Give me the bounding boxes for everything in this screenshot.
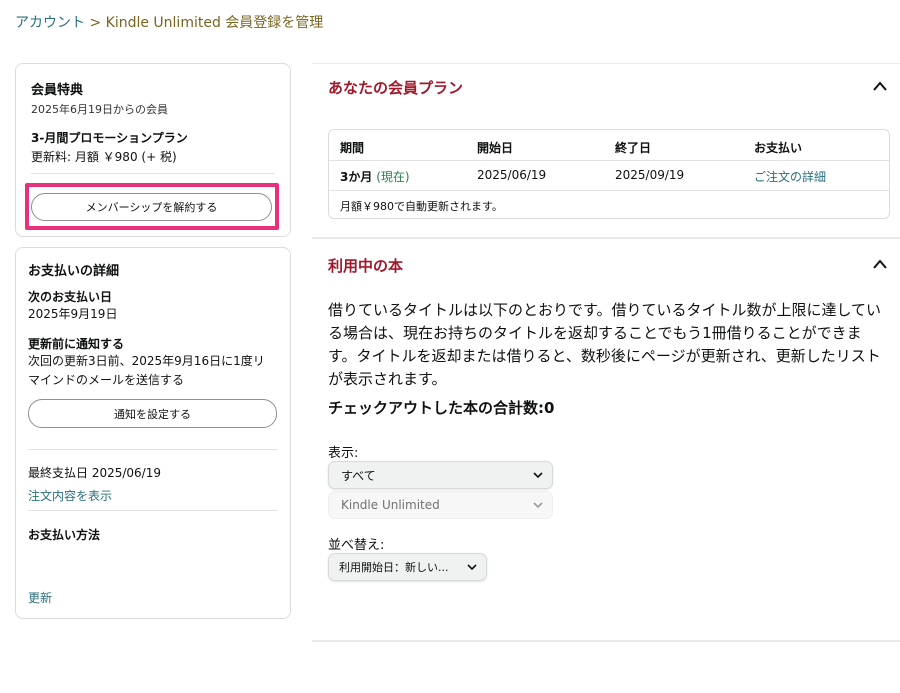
program-filter-select[interactable]: Kindle Unlimited	[328, 491, 553, 519]
next-payment-date: 2025年9月19日	[28, 307, 118, 321]
view-order-link[interactable]: 注文内容を表示	[28, 487, 112, 504]
books-section-title: 利用中の本	[328, 257, 404, 275]
chevron-up-icon[interactable]	[872, 258, 888, 270]
payment-details-title: お支払いの詳細	[28, 264, 120, 279]
plan-end-date: 2025/09/19	[615, 168, 685, 182]
divider	[312, 63, 900, 64]
breadcrumb-account-link[interactable]: アカウント	[15, 15, 85, 31]
current-badge: (現在)	[376, 170, 410, 184]
divider	[312, 640, 900, 642]
plan-start-date: 2025/06/19	[477, 168, 547, 182]
divider	[329, 190, 889, 191]
set-notification-button[interactable]: 通知を設定する	[28, 399, 277, 428]
payment-method-label: お支払い方法	[28, 528, 101, 542]
plan-section-title: あなたの会員プラン	[328, 79, 464, 97]
member-since: 2025年6月19日からの会員	[31, 103, 168, 116]
sort-select-value: 利用開始日：新しい...	[339, 561, 449, 574]
chevron-up-icon[interactable]	[872, 80, 888, 92]
plan-period-cell: 3か月 (現在)	[340, 168, 410, 185]
column-header-period: 期間	[340, 141, 365, 155]
notify-label: 更新前に通知する	[28, 337, 125, 351]
column-header-start: 開始日	[477, 141, 514, 155]
divider	[28, 510, 278, 511]
display-filter-select[interactable]: すべて	[328, 461, 553, 489]
display-label: 表示:	[328, 446, 359, 461]
breadcrumb-current: Kindle Unlimited 会員登録を管理	[105, 15, 324, 31]
notify-description-line-2: マインドのメールを送信する	[28, 373, 185, 387]
notify-description-line-1: 次回の更新3日前、2025年9月16日に1度リ	[28, 354, 265, 368]
column-header-end: 終了日	[615, 141, 652, 155]
breadcrumb-separator: >	[85, 15, 106, 31]
books-description: 借りているタイトルは以下のとおりです。借りているタイトル数が上限に達している場合…	[328, 301, 882, 388]
renewal-fee: 更新料: 月額 ￥980 (+ 税)	[31, 150, 177, 164]
next-payment-label: 次のお支払い日	[28, 290, 113, 304]
display-filter-value: すべて	[341, 468, 376, 483]
breadcrumb: アカウント > Kindle Unlimited 会員登録を管理	[15, 12, 323, 32]
last-payment-date: 最終支払日 2025/06/19	[28, 466, 161, 480]
sort-select[interactable]: 利用開始日：新しい...	[328, 553, 487, 581]
update-payment-link[interactable]: 更新	[28, 589, 52, 606]
checkout-total: チェックアウトした本の合計数:0	[328, 399, 555, 417]
divider	[28, 449, 278, 450]
plan-table: 期間 開始日 終了日 お支払い 3か月 (現在) 2025/06/19 2025…	[328, 129, 890, 219]
sort-label: 並べ替え:	[328, 538, 385, 553]
membership-title: 会員特典	[31, 83, 84, 98]
chevron-down-icon	[533, 502, 543, 509]
column-header-payment: お支払い	[754, 141, 803, 155]
chevron-down-icon	[467, 564, 477, 571]
divider	[31, 173, 275, 174]
plan-name: 3-月間プロモーションプラン	[31, 131, 188, 145]
plan-period: 3か月	[340, 170, 373, 184]
chevron-down-icon	[533, 472, 543, 479]
divider	[312, 237, 900, 239]
cancel-membership-button[interactable]: メンバーシップを解約する	[31, 193, 272, 221]
auto-renew-note: 月額￥980で自動更新されます。	[340, 200, 503, 213]
divider	[329, 160, 889, 161]
order-details-link[interactable]: ご注文の詳細	[754, 168, 826, 185]
program-filter-value: Kindle Unlimited	[341, 498, 440, 512]
